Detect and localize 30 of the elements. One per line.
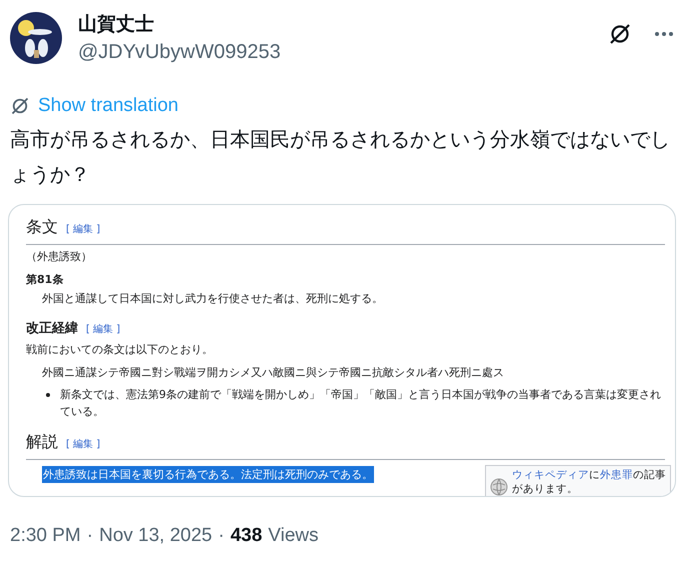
article-text: 外患誘致は日本国を裏切る行為である。法定刑は死刑のみである。: [42, 466, 374, 483]
slashed-circle-icon[interactable]: [608, 22, 632, 46]
post-text: 高市が吊るされるか、日本国民が吊るされるかという分水嶺ではないでしょうか？: [10, 126, 671, 188]
edit-link[interactable]: [ 編集 ]: [66, 434, 100, 456]
post-time[interactable]: 2:30 PM: [10, 525, 81, 547]
views-label: Views: [268, 525, 318, 547]
author-name[interactable]: 山賀丈士: [78, 10, 154, 38]
bullet-icon: [46, 393, 50, 397]
edit-link[interactable]: [ 編集 ]: [86, 320, 120, 340]
edit-link[interactable]: [ 編集 ]: [66, 219, 100, 241]
article-text: （外患誘致）: [26, 249, 93, 265]
article-text: 戦前においての条文は以下のとおり。: [26, 342, 214, 358]
article-link[interactable]: 外患罪: [600, 469, 633, 481]
separator-dot: ·: [218, 525, 224, 547]
bullet-text: 新条文では、憲法第9条の建前で「戦端を開かしめ」「帝国」「敵国」と言う日本国が戦争の当事者である言葉は変更されている。: [60, 387, 662, 420]
section-heading: 条文: [26, 216, 58, 238]
views-count: 438: [230, 525, 262, 547]
section-heading: 解説: [26, 431, 58, 453]
show-translation-link[interactable]: Show translation: [38, 95, 178, 117]
section-heading: 改正経緯: [26, 320, 78, 338]
sister-project-note: ウィキペディアに外患罪の記事があります。: [512, 468, 666, 496]
article-text: 外国と通謀して日本国に対し武力を行使させた者は、死刑に処する。: [41, 291, 384, 307]
avatar[interactable]: [10, 12, 62, 64]
article-text: 外國ニ通謀シテ帝國ニ對シ戰端ヲ開カシメ又ハ敵國ニ與シテ帝國ニ抗敵シタル者ハ死刑ニ處ス: [41, 365, 505, 381]
article-number: 第81条: [26, 272, 64, 288]
separator-dot: ·: [86, 525, 94, 547]
author-handle[interactable]: @JDYvUbywW099253: [78, 38, 281, 66]
post-date[interactable]: Nov 13, 2025: [99, 525, 212, 547]
slashed-circle-icon: [10, 96, 30, 116]
article-link[interactable]: ウィキペディア: [512, 469, 589, 481]
